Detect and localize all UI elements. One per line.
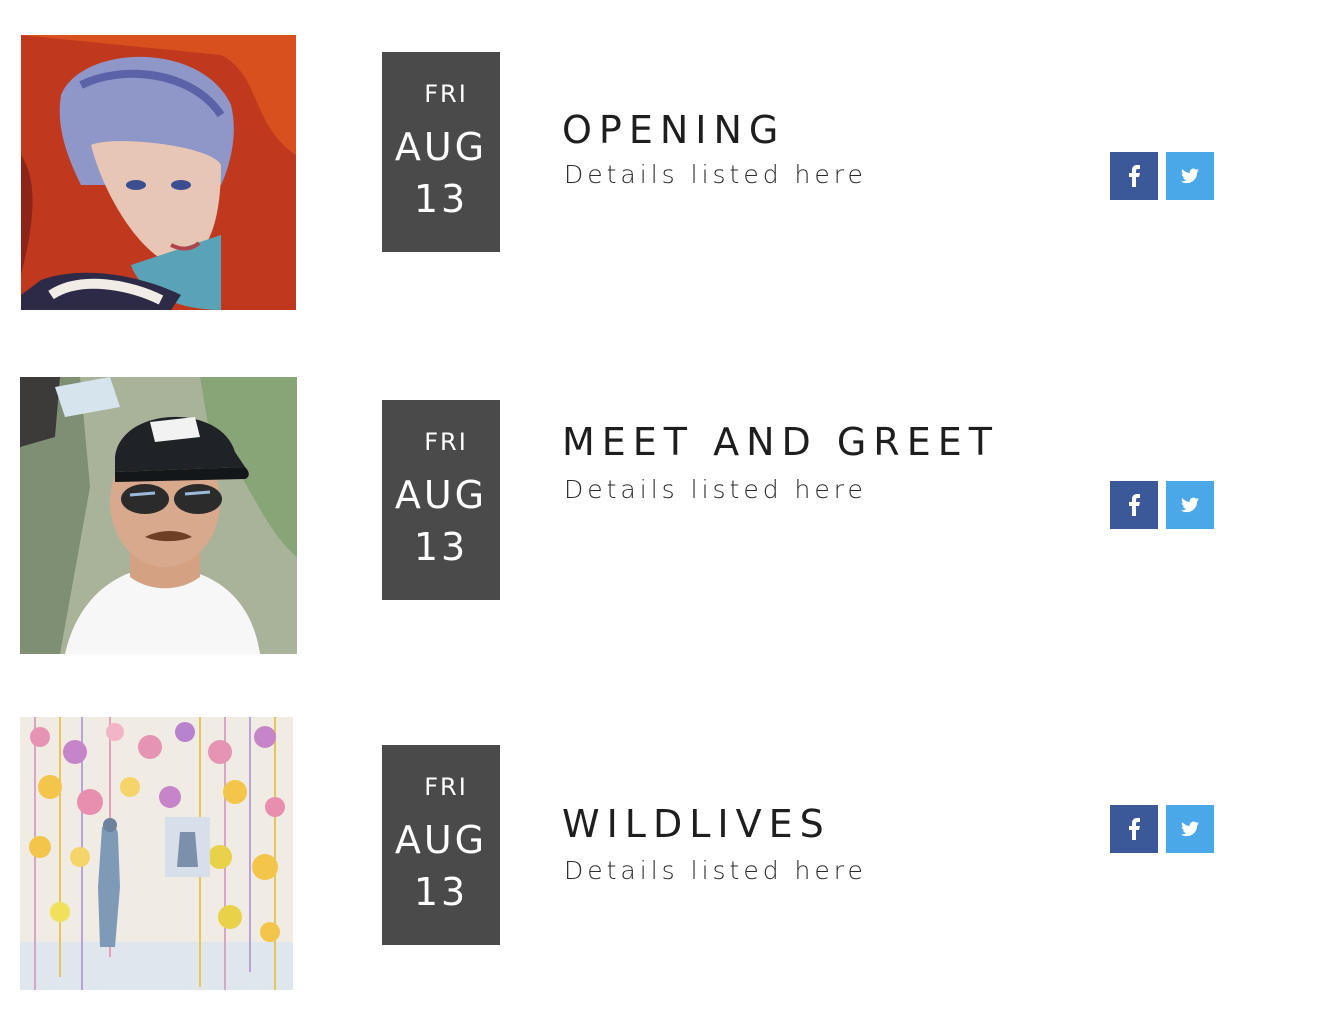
event-month: AUG (394, 125, 488, 169)
twitter-share-button[interactable] (1166, 481, 1214, 529)
facebook-share-button[interactable] (1110, 152, 1158, 200)
facebook-share-button[interactable] (1110, 481, 1158, 529)
twitter-share-button[interactable] (1166, 805, 1214, 853)
facebook-icon (1129, 818, 1140, 840)
event-image-painted-portrait[interactable] (21, 35, 296, 310)
event-month: AUG (394, 818, 488, 862)
event-month: AUG (394, 473, 488, 517)
event-day: 13 (413, 525, 469, 569)
event-weekday: FRI (424, 428, 468, 456)
twitter-icon (1181, 168, 1199, 184)
event-title[interactable]: WILDLIVES (562, 802, 831, 846)
facebook-share-button[interactable] (1110, 805, 1158, 853)
event-title[interactable]: MEET AND GREET (562, 420, 999, 464)
event-day: 13 (413, 177, 469, 221)
event-title[interactable]: OPENING (562, 108, 785, 152)
event-details: Details listed here (564, 475, 867, 504)
event-weekday: FRI (424, 80, 468, 108)
twitter-share-button[interactable] (1166, 152, 1214, 200)
facebook-icon (1129, 165, 1140, 187)
facebook-icon (1129, 494, 1140, 516)
event-day: 13 (413, 870, 469, 914)
twitter-icon (1181, 497, 1199, 513)
twitter-icon (1181, 821, 1199, 837)
event-image-man-portrait[interactable] (20, 377, 297, 654)
event-date-box: FRI AUG 13 (382, 400, 500, 600)
event-weekday: FRI (424, 773, 468, 801)
event-details: Details listed here (564, 856, 867, 885)
event-date-box: FRI AUG 13 (382, 745, 500, 945)
event-date-box: FRI AUG 13 (382, 52, 500, 252)
event-details: Details listed here (564, 160, 867, 189)
event-image-butterflies[interactable] (20, 717, 293, 990)
